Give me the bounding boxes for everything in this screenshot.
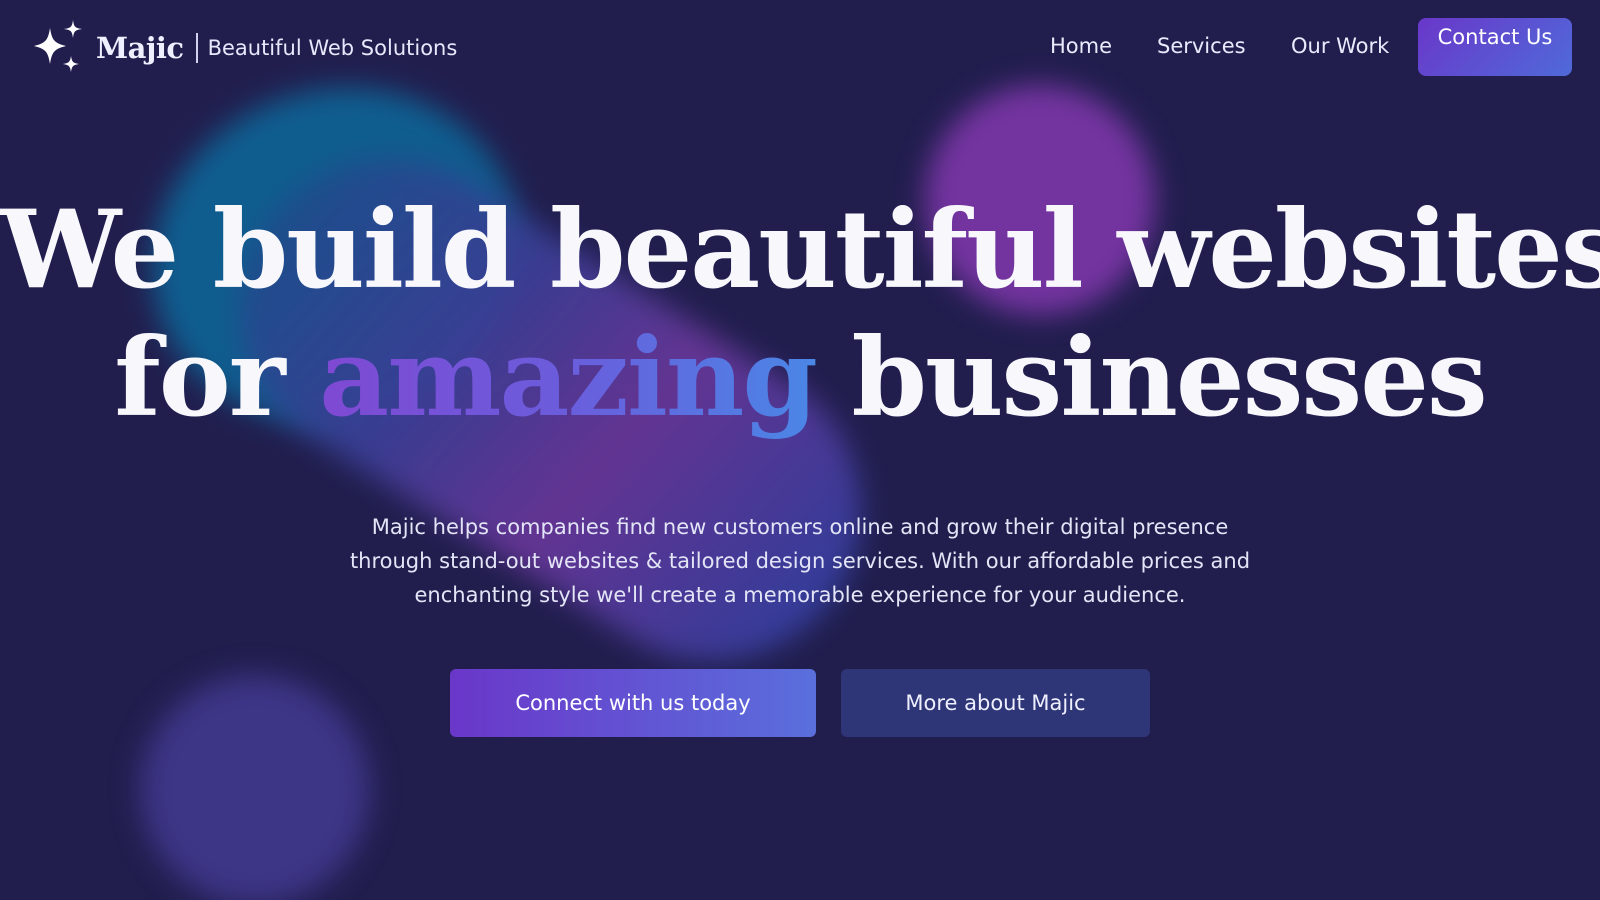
brand-divider [195, 33, 198, 63]
brand-name: Majic [96, 31, 184, 65]
background-blob-violet [140, 675, 370, 900]
sparkles-icon [34, 20, 82, 72]
landing-page: Majic Beautiful Web Solutions Home Servi… [0, 0, 1600, 900]
connect-cta-button[interactable]: Connect with us today [450, 669, 816, 737]
logo[interactable]: Majic Beautiful Web Solutions [28, 18, 457, 78]
contact-us-button[interactable]: Contact Us [1418, 18, 1572, 76]
nav-link-home[interactable]: Home [1050, 34, 1112, 58]
hero-title-prefix: for [114, 315, 320, 441]
nav-link-our-work[interactable]: Our Work [1291, 34, 1389, 58]
brand-tagline: Beautiful Web Solutions [207, 36, 458, 60]
hero-title-line-2: for amazing businesses [0, 314, 1600, 442]
more-about-button[interactable]: More about Majic [841, 669, 1150, 737]
hero-description: Majic helps companies find new customers… [349, 515, 1251, 607]
hero-title: We build beautiful websites for amazing … [0, 186, 1600, 442]
site-header: Majic Beautiful Web Solutions Home Servi… [0, 0, 1600, 96]
nav-link-services[interactable]: Services [1157, 34, 1246, 58]
hero-title-line-1: We build beautiful websites [0, 187, 1600, 313]
hero-title-suffix: businesses [815, 315, 1488, 441]
hero-title-accent: amazing [319, 315, 818, 441]
